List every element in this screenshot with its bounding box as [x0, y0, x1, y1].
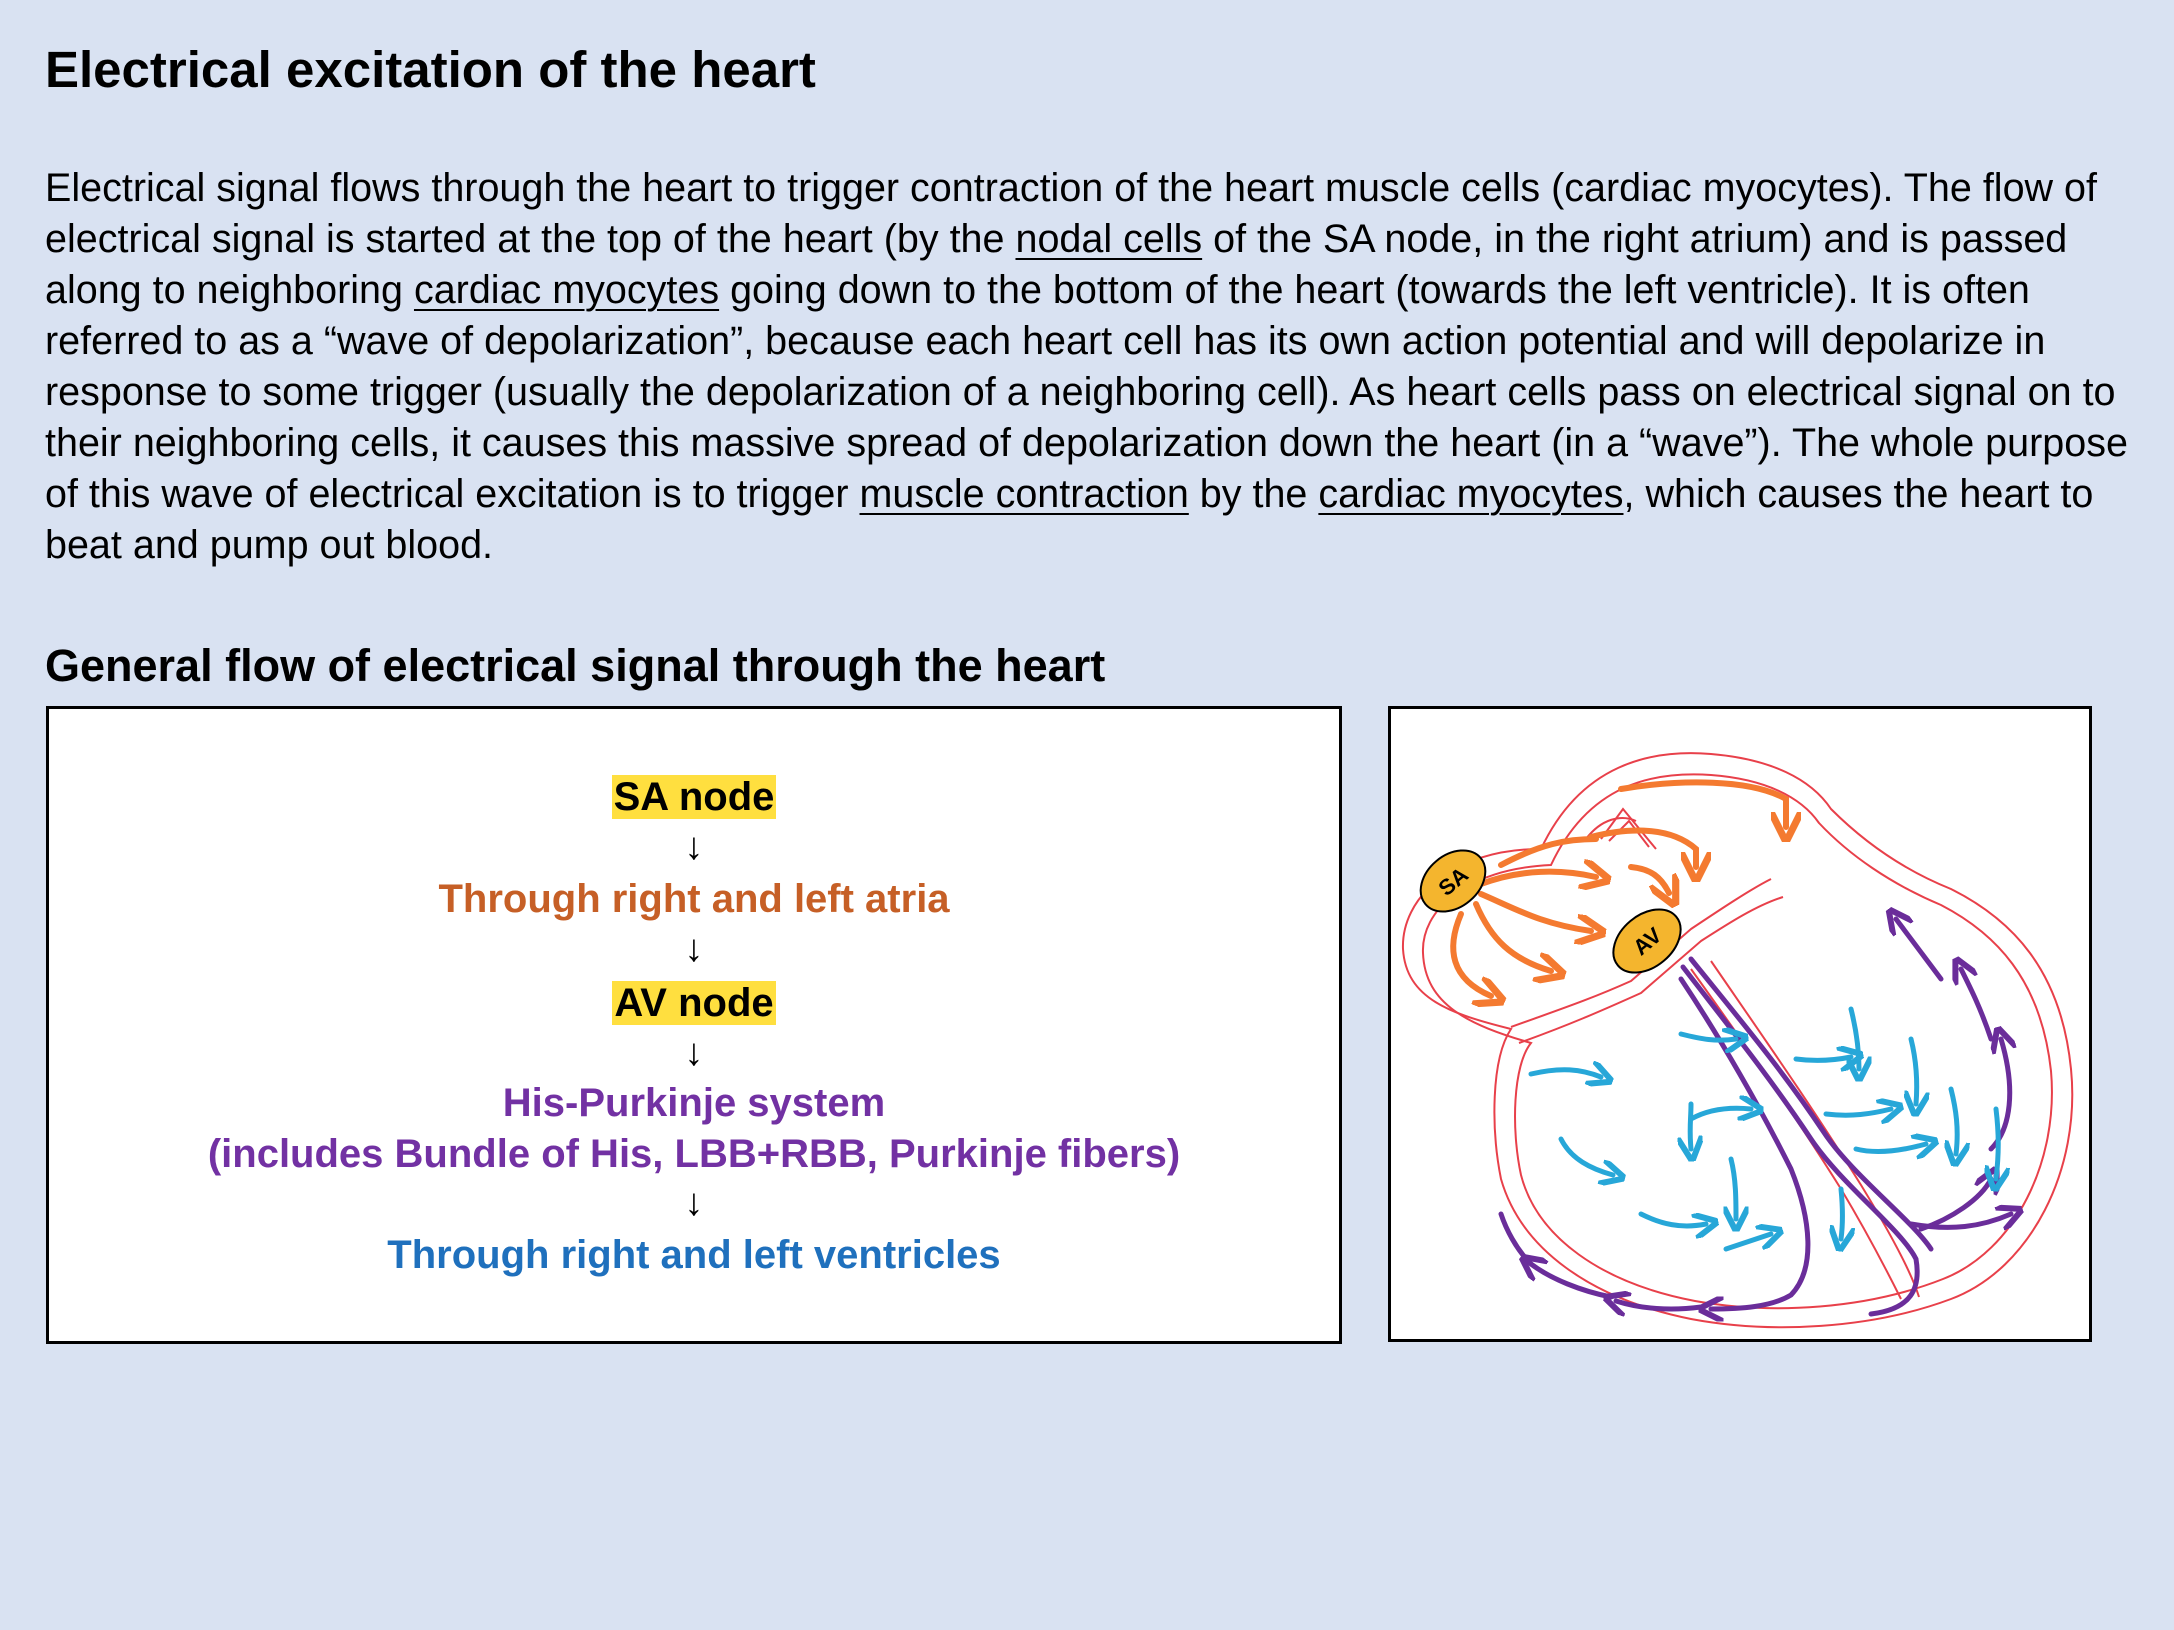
term-cardiac-myocytes: cardiac myocytes [1318, 472, 1624, 516]
section-subtitle: General flow of electrical signal throug… [45, 640, 1106, 691]
page-title: Electrical excitation of the heart [45, 41, 816, 98]
down-arrow-icon: ↓ [684, 928, 704, 970]
flow-step-his-purkinje: His-Purkinje system [502, 1081, 886, 1125]
intro-paragraph: Electrical signal flows through the hear… [45, 163, 2155, 571]
term-cardiac-myocytes: cardiac myocytes [413, 268, 720, 312]
sa-node-marker: SA [1419, 849, 1487, 913]
flow-step-atria: Through right and left atria [438, 877, 950, 921]
flow-step-sa-node: SA node [49, 773, 1339, 821]
sa-node-label: SA node [611, 775, 777, 819]
heart-diagram: SA AV [1401, 752, 2074, 1329]
paragraph-text: by the [1188, 472, 1319, 516]
flow-step-av-node: AV node [49, 979, 1339, 1027]
flow-chart-box: SA node ↓ Through right and left atria ↓… [46, 706, 1342, 1344]
flow-step-ventricles: Through right and left ventricles [387, 1233, 1001, 1277]
av-node-marker: AV [1612, 908, 1682, 974]
down-arrow-icon: ↓ [684, 1182, 704, 1224]
av-node-label: AV node [612, 981, 776, 1025]
term-nodal-cells: nodal cells [1015, 217, 1203, 261]
down-arrow-icon: ↓ [684, 826, 704, 868]
down-arrow-icon: ↓ [684, 1032, 704, 1074]
term-muscle-contraction: muscle contraction [859, 472, 1189, 516]
ventricular-conduction-arrows [1528, 1006, 1998, 1249]
heart-diagram-box: SA AV [1388, 706, 2092, 1342]
flow-step-his-purkinje-detail: (includes Bundle of His, LBB+RBB, Purkin… [207, 1132, 1181, 1176]
